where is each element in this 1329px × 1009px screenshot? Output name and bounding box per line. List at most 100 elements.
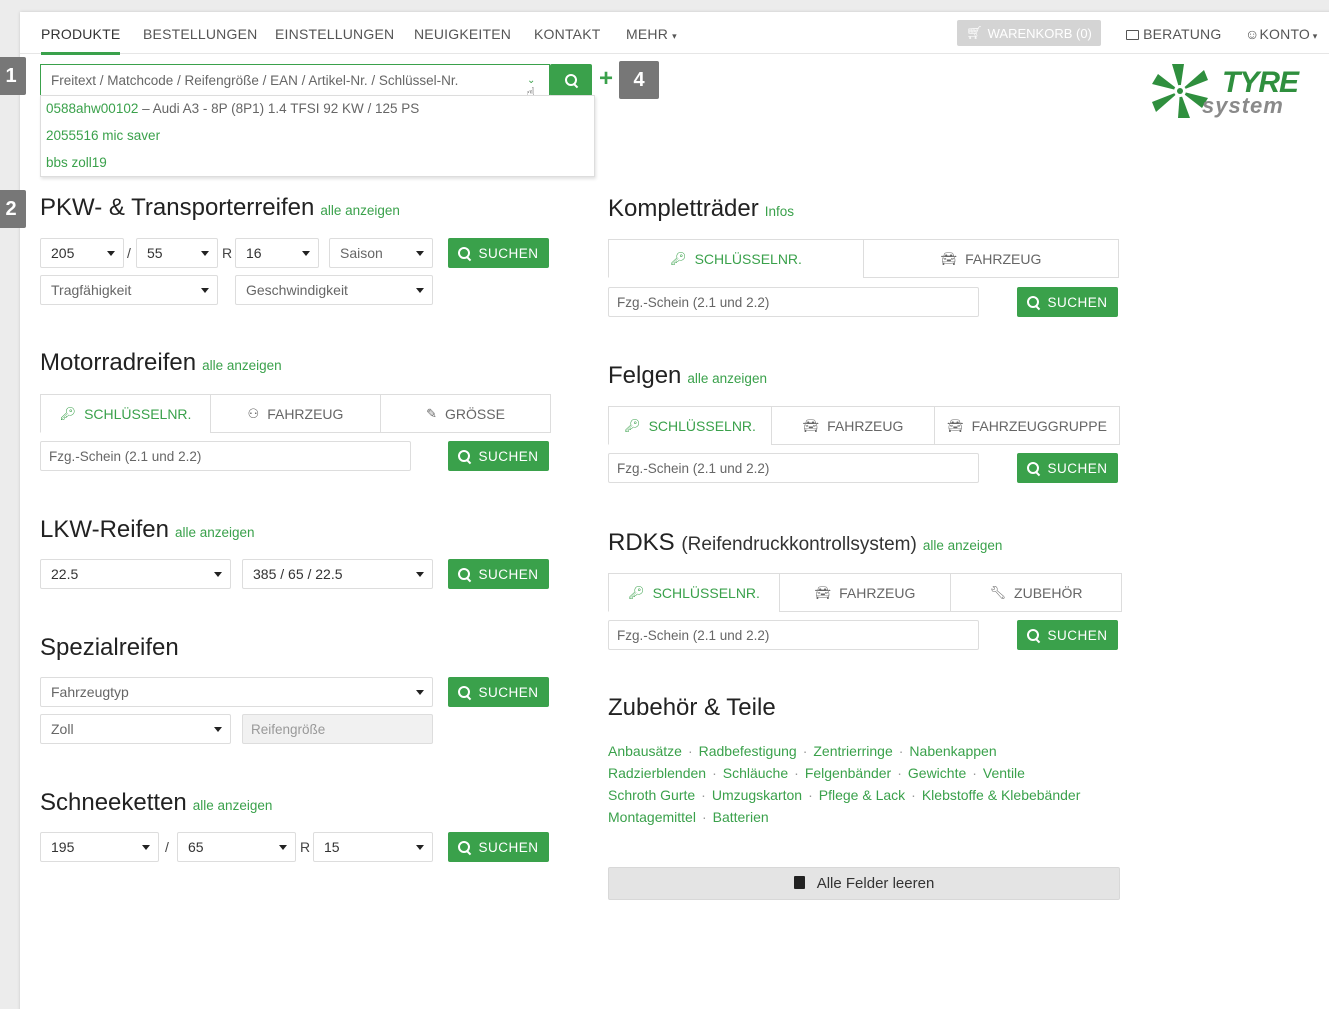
suggestion-item[interactable]: bbs zoll19 [46,155,107,170]
accessory-link[interactable]: Radzierblenden [608,765,706,781]
accessory-link[interactable]: Nabenkappen [909,743,996,759]
lkw-all-link[interactable]: alle anzeigen [175,525,255,540]
nav-beratung[interactable]: BERATUNG [1126,26,1221,42]
komplett-fzg-input[interactable]: Fzg.-Schein (2.1 und 2.2) [608,287,979,317]
schnee-search-button[interactable]: SUCHEN [448,832,549,862]
spezial-search-button[interactable]: SUCHEN [448,677,549,707]
schnee-all-link[interactable]: alle anzeigen [193,798,273,813]
felgen-fzg-input[interactable]: Fzg.-Schein (2.1 und 2.2) [608,453,979,483]
tab-komplett-vehicle[interactable]: 🚘︎ FAHRZEUG [863,239,1119,278]
felgen-all-link[interactable]: alle anzeigen [687,371,767,386]
accessory-link[interactable]: Schroth Gurte [608,787,695,803]
pkw-rim-select[interactable]: 16 [235,238,319,268]
pkw-speed-select[interactable]: Geschwindigkeit [235,275,433,305]
annotation-badge-1: 1 [0,57,26,95]
nav-neuigkeiten[interactable]: NEUIGKEITEN [414,26,511,42]
pkw-width-select[interactable]: 205 [40,238,124,268]
clear-all-button[interactable]: Alle Felder leeren [608,867,1120,900]
pkw-season-value: Saison [340,245,383,261]
tab-moto-size[interactable]: ✎ GRÖSSE [380,394,551,433]
moto-all-link[interactable]: alle anzeigen [202,358,282,373]
add-icon[interactable]: + [599,65,613,93]
accessory-link[interactable]: Pflege & Lack [819,787,905,803]
komplett-info-link[interactable]: Infos [765,204,794,219]
search-icon [458,686,471,698]
cart-button[interactable]: 🛒︎ WARENKORB (0) [957,20,1101,46]
accessory-link[interactable]: Felgenbänder [805,765,891,781]
car-icon: 🚘︎ [940,250,958,266]
key-icon: 🔑︎ [628,584,645,600]
rdks-all-link[interactable]: alle anzeigen [923,538,1003,553]
tab-moto-vehicle[interactable]: ⚇ FAHRZEUG [210,394,381,433]
tab-rdks-key[interactable]: 🔑︎ SCHLÜSSELNR. [608,573,780,612]
pkw-load-select[interactable]: Tragfähigkeit [40,275,218,305]
lkw-size-select[interactable]: 385 / 65 / 22.5 [242,559,433,589]
schnee-ratio-select[interactable]: 65 [177,832,296,862]
accessory-link[interactable]: Ventile [983,765,1025,781]
tab-felgen-group[interactable]: 🚘︎ FAHRZEUGGRUPPE [934,406,1120,445]
input-placeholder: Fzg.-Schein (2.1 und 2.2) [617,294,770,310]
accessory-link[interactable]: Klebstoffe & Klebebänder [922,787,1081,803]
spezial-zoll-select[interactable]: Zoll [40,714,231,744]
tab-label: SCHLÜSSELNR. [694,250,802,267]
chevron-down-icon: ▾ [672,31,677,41]
felgen-search-button[interactable]: SUCHEN [1017,453,1118,483]
separator-dot: · [802,743,808,759]
tab-rdks-vehicle[interactable]: 🚘︎ FAHRZEUG [779,573,951,612]
accessory-link[interactable]: Gewichte [908,765,966,781]
nav-konto-label: KONTO [1259,26,1311,42]
nav-konto[interactable]: ☺︎KONTO ▾ [1245,26,1317,42]
tab-komplett-key[interactable]: 🔑︎ SCHLÜSSELNR. [608,239,864,278]
tab-rdks-accessory[interactable]: 🔧︎ ZUBEHÖR [950,573,1122,612]
tab-felgen-key[interactable]: 🔑︎ SCHLÜSSELNR. [608,406,772,445]
accessory-link[interactable]: Schläuche [723,765,788,781]
section-title-pkw: PKW- & Transporterreifen alle anzeigen [40,194,400,222]
moto-search-button[interactable]: SUCHEN [448,441,549,471]
accessory-link[interactable]: Anbausätze [608,743,682,759]
clear-all-label: Alle Felder leeren [816,875,935,892]
accessory-link[interactable]: Zentrierringe [813,743,892,759]
suggestion-item[interactable]: 0588ahw00102 – Audi A3 - 8P (8P1) 1.4 TF… [46,101,419,116]
lkw-search-button[interactable]: SUCHEN [448,559,549,589]
accessory-link[interactable]: Batterien [713,809,769,825]
tab-moto-key[interactable]: 🔑︎ SCHLÜSSELNR. [40,394,211,433]
nav-mehr[interactable]: MEHR ▾ [626,26,677,42]
rdks-fzg-input[interactable]: Fzg.-Schein (2.1 und 2.2) [608,620,979,650]
tab-label: GRÖSSE [445,405,505,422]
separator-r: R [222,245,233,261]
accessory-link[interactable]: Radbefestigung [699,743,797,759]
tab-felgen-vehicle[interactable]: 🚘︎ FAHRZEUG [771,406,935,445]
input-placeholder: Fzg.-Schein (2.1 und 2.2) [617,627,770,643]
nav-bestellungen[interactable]: BESTELLUNGEN [143,26,257,42]
pkw-all-link[interactable]: alle anzeigen [320,203,400,218]
pkw-season-select[interactable]: Saison [329,238,433,268]
spezial-vehicle-type-select[interactable]: Fahrzeugtyp [40,677,433,707]
rdks-search-button[interactable]: SUCHEN [1017,620,1118,650]
moto-fzg-input[interactable]: Fzg.-Schein (2.1 und 2.2) [40,441,411,471]
suggestion-item[interactable]: 2055516 mic saver [46,128,160,143]
accessory-links: Anbausätze · Radbefestigung · Zentrierringe ·… [608,740,1128,828]
komplett-search-button[interactable]: SUCHEN [1017,287,1118,317]
accessory-link[interactable]: Umzugskarton [712,787,802,803]
schnee-rim-select[interactable]: 15 [313,832,433,862]
lkw-rim-select[interactable]: 22.5 [40,559,231,589]
search-placeholder: Freitext / Matchcode / Reifengröße / EAN… [51,72,459,88]
separator-r: R [300,839,311,855]
top-nav: PRODUKTE BESTELLUNGEN EINSTELLUNGEN NEUI… [20,12,1329,55]
schnee-width-select[interactable]: 195 [40,832,159,862]
global-search-input[interactable]: Freitext / Matchcode / Reifengröße / EAN… [40,64,550,96]
cart-icon: 🛒︎ [966,25,983,40]
nav-produkte[interactable]: PRODUKTE [41,26,121,55]
tab-label: FAHRZEUG [267,405,344,422]
global-search-button[interactable] [550,64,592,96]
pkw-search-button[interactable]: SUCHEN [448,238,549,268]
nav-mehr-label: MEHR [626,26,669,42]
search-button-label: SUCHEN [1047,460,1108,476]
separator-dot: · [701,809,707,825]
nav-einstellungen[interactable]: EINSTELLUNGEN [275,26,394,42]
rdks-title: RDKS [608,529,675,556]
pkw-ratio-select[interactable]: 55 [136,238,218,268]
nav-kontakt[interactable]: KONTAKT [534,26,600,42]
spezial-zoll-value: Zoll [51,721,74,737]
accessory-link[interactable]: Montagemittel [608,809,696,825]
